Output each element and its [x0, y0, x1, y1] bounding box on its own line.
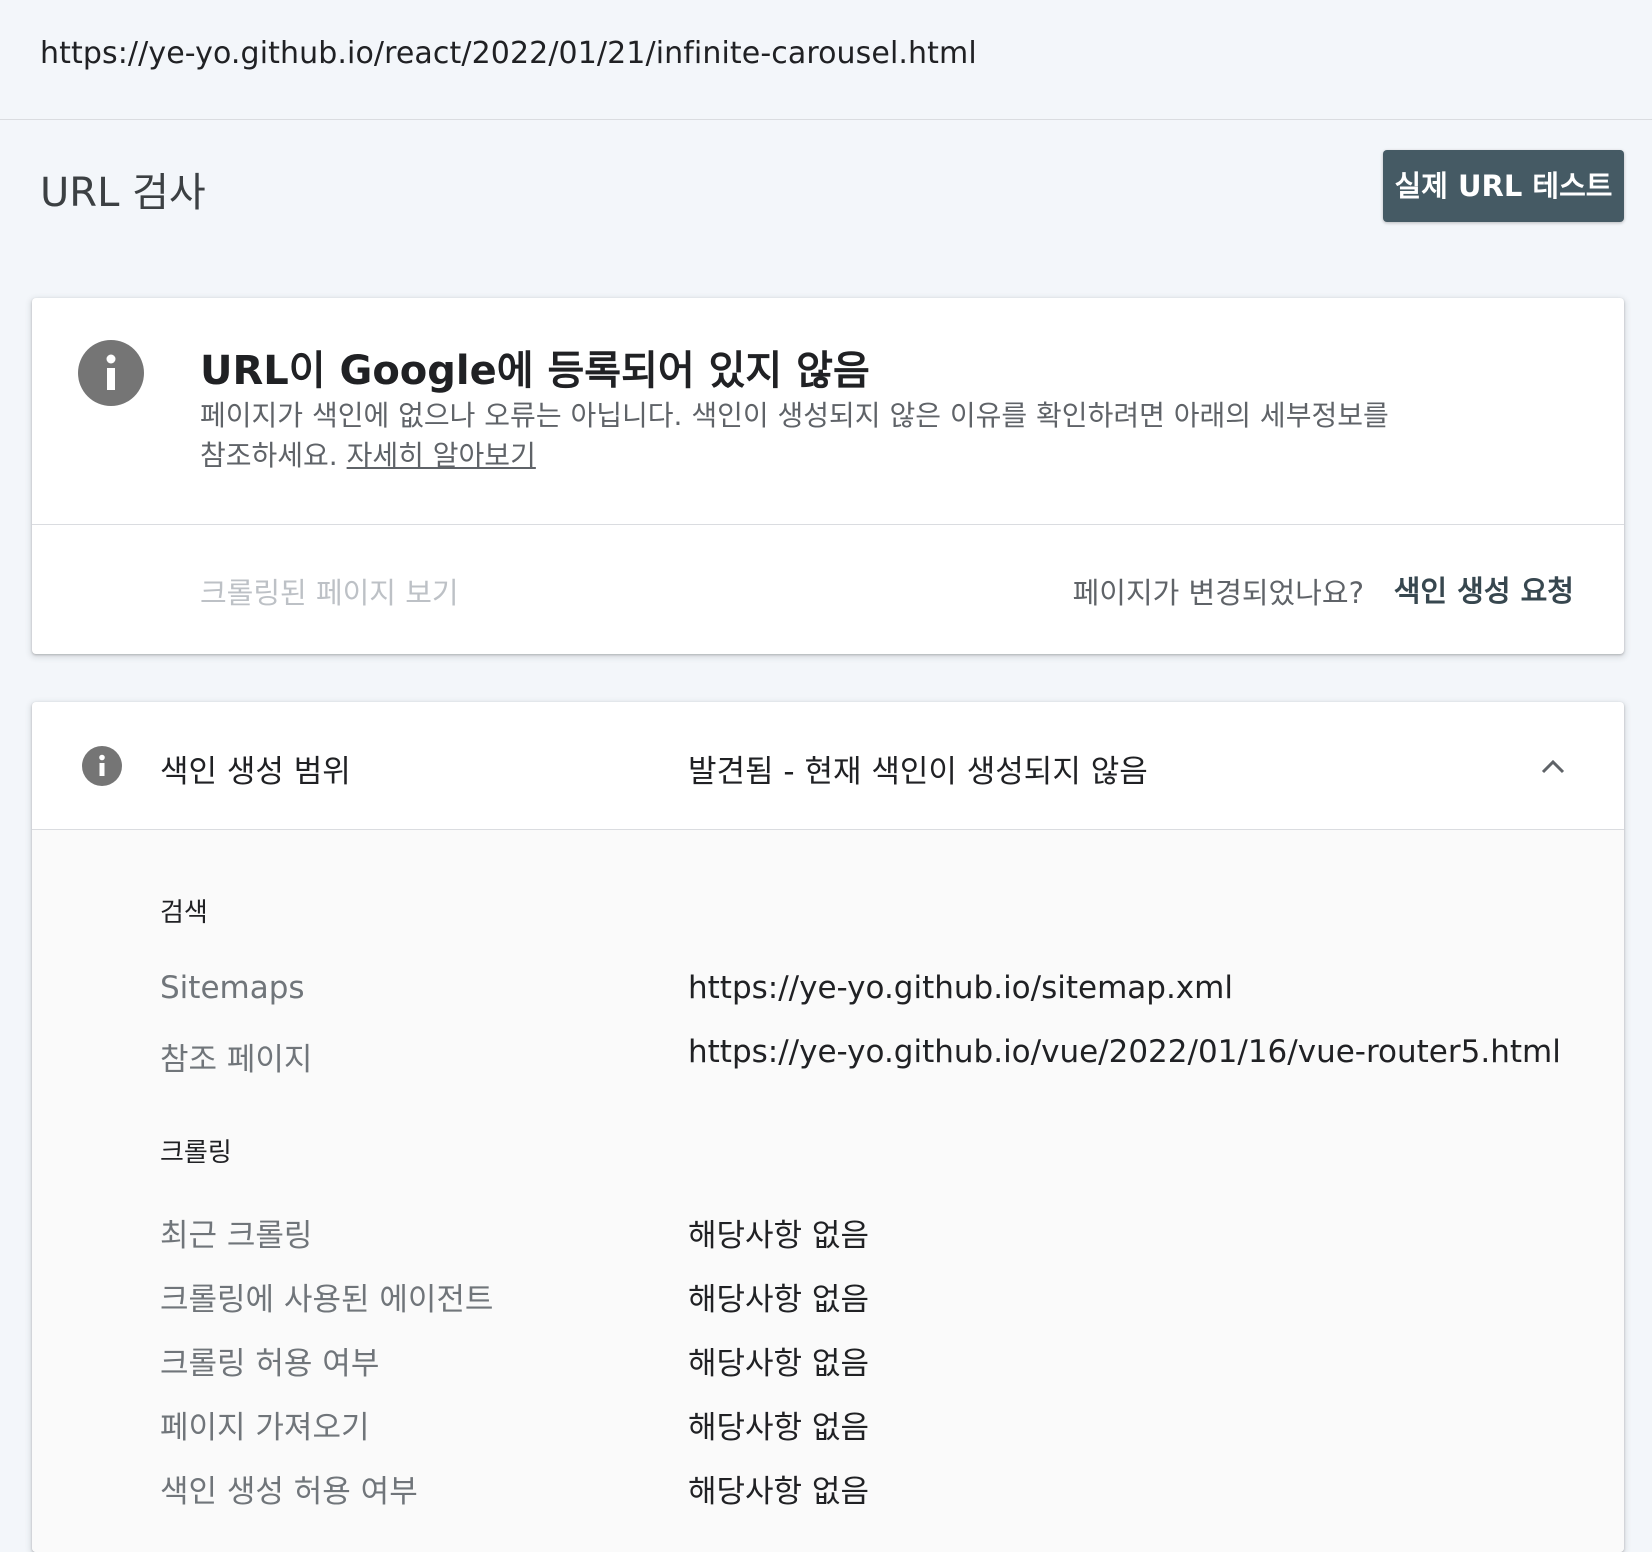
coverage-header[interactable]: 색인 생성 범위 발견됨 - 현재 색인이 생성되지 않음	[32, 702, 1624, 830]
detail-value-crawled-as: 해당사항 없음	[688, 1282, 869, 1318]
page-changed-question: 페이지가 변경되었나요?	[1072, 576, 1364, 610]
detail-label-referring-page: 참조 페이지	[160, 1042, 313, 1078]
index-status-card: URL이 Google에 등록되어 있지 않음 페이지가 색인에 없으나 오류는…	[32, 298, 1624, 654]
detail-label-crawled-as: 크롤링에 사용된 에이전트	[160, 1282, 494, 1318]
coverage-details: 검색 Sitemaps https://ye-yo.github.io/site…	[32, 830, 1624, 1552]
detail-label-page-fetch: 페이지 가져오기	[160, 1410, 370, 1446]
detail-label-crawl-allowed: 크롤링 허용 여부	[160, 1346, 380, 1382]
chevron-up-icon[interactable]	[1538, 752, 1568, 782]
section-heading-crawl: 크롤링	[160, 1138, 232, 1168]
divider	[32, 524, 1624, 525]
detail-value-sitemaps[interactable]: https://ye-yo.github.io/sitemap.xml	[688, 970, 1233, 1006]
detail-label-indexing-allowed: 색인 생성 허용 여부	[160, 1474, 418, 1510]
page-title: URL 검사	[40, 170, 206, 216]
info-icon-small	[82, 746, 122, 786]
url-bar: https://ye-yo.github.io/react/2022/01/21…	[0, 0, 1652, 120]
detail-label-last-crawl: 최근 크롤링	[160, 1218, 313, 1254]
request-indexing-button[interactable]: 색인 생성 요청	[1394, 568, 1574, 610]
detail-value-indexing-allowed: 해당사항 없음	[688, 1474, 869, 1510]
section-heading-search: 검색	[160, 898, 208, 928]
detail-label-sitemaps: Sitemaps	[160, 970, 305, 1006]
coverage-label: 색인 생성 범위	[160, 754, 351, 790]
info-icon	[78, 340, 144, 406]
coverage-value: 발견됨 - 현재 색인이 생성되지 않음	[688, 754, 1148, 790]
detail-value-referring-page[interactable]: https://ye-yo.github.io/vue/2022/01/16/v…	[688, 1034, 1561, 1070]
coverage-card: 색인 생성 범위 발견됨 - 현재 색인이 생성되지 않음 검색 Sitemap…	[32, 702, 1624, 1552]
test-live-url-button[interactable]: 실제 URL 테스트	[1383, 150, 1624, 222]
detail-value-page-fetch: 해당사항 없음	[688, 1410, 869, 1446]
status-title: URL이 Google에 등록되어 있지 않음	[200, 348, 870, 394]
learn-more-link[interactable]: 자세히 알아보기	[347, 439, 536, 472]
detail-value-crawl-allowed: 해당사항 없음	[688, 1346, 869, 1382]
detail-value-last-crawl: 해당사항 없음	[688, 1218, 869, 1254]
inspected-url[interactable]: https://ye-yo.github.io/react/2022/01/21…	[40, 36, 977, 71]
view-crawled-page-link[interactable]: 크롤링된 페이지 보기	[200, 570, 459, 612]
status-description: 페이지가 색인에 없으나 오류는 아닙니다. 색인이 생성되지 않은 이유를 확…	[200, 396, 1400, 476]
